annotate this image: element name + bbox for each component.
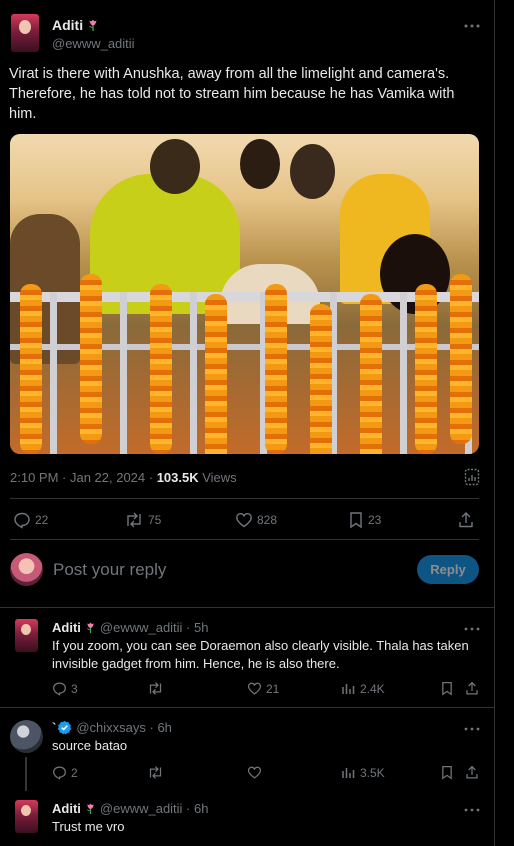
more-icon[interactable] (462, 19, 482, 33)
like-icon (247, 765, 262, 780)
reply-handle[interactable]: @ewww_aditii · 5h (100, 620, 209, 635)
bookmark-icon (440, 765, 454, 780)
reply-avatar[interactable] (10, 720, 43, 753)
thread-line (25, 757, 27, 791)
bookmark-action[interactable] (440, 765, 454, 780)
reply-icon (52, 765, 67, 780)
share-action[interactable] (458, 511, 474, 529)
reply-text: Trust me vro (52, 819, 125, 834)
reply-action[interactable]: 2 (52, 765, 78, 780)
share-icon (465, 765, 479, 780)
share-icon (465, 681, 479, 696)
repost-icon (147, 765, 164, 780)
flower-emoji-icon (84, 621, 97, 634)
bookmark-action[interactable]: 23 (348, 511, 381, 529)
user-avatar[interactable] (10, 553, 43, 586)
views-label: Views (198, 470, 237, 485)
views-action[interactable]: 3.5K (341, 765, 385, 780)
bookmark-icon (440, 681, 454, 696)
reply-action[interactable]: 22 (13, 511, 48, 529)
views-icon (341, 681, 356, 696)
repost-action[interactable] (147, 681, 168, 696)
bookmark-action[interactable] (440, 681, 454, 696)
tweet-meta: 2:10 PM · Jan 22, 2024 · 103.5K Views (10, 470, 237, 485)
repost-action[interactable]: 75 (124, 511, 161, 529)
repost-icon (147, 681, 164, 696)
divider (10, 498, 479, 499)
divider (0, 707, 494, 708)
divider (10, 539, 479, 540)
reply-button[interactable]: Reply (417, 555, 479, 584)
analytics-icon[interactable] (464, 468, 480, 486)
reply-avatar[interactable] (15, 619, 38, 652)
reply-input[interactable]: Post your reply (53, 560, 166, 580)
more-icon[interactable] (462, 622, 482, 636)
like-icon (247, 681, 262, 696)
reply-handle[interactable]: @ewww_aditii · 6h (100, 801, 209, 816)
views-action[interactable]: 2.4K (341, 681, 385, 696)
tweet-media-image[interactable] (10, 134, 479, 454)
reply-handle[interactable]: @chixxsays · 6h (76, 720, 172, 735)
more-icon[interactable] (462, 722, 482, 736)
reply-text: If you zoom, you can see Doraemon also c… (52, 638, 469, 671)
divider (0, 607, 494, 608)
repost-icon (124, 511, 144, 529)
share-action[interactable] (465, 681, 479, 696)
bookmark-icon (348, 511, 364, 529)
reply-avatar[interactable] (15, 800, 38, 833)
reply-author[interactable]: ` @chixxsays · 6h (52, 720, 172, 735)
flower-emoji-icon (84, 802, 97, 815)
timeline-column: Aditi @ewww_aditii Virat is there with A… (0, 0, 494, 846)
reply-text: source batao (52, 738, 128, 753)
views-icon (341, 765, 356, 780)
share-action[interactable] (465, 765, 479, 780)
verified-icon (57, 720, 72, 735)
like-action[interactable]: 828 (235, 511, 277, 529)
author-handle[interactable]: @ewww_aditii (52, 36, 135, 51)
author-name[interactable]: Aditi (52, 17, 100, 33)
like-action[interactable]: 21 (247, 681, 279, 696)
more-icon[interactable] (462, 803, 482, 817)
like-icon (235, 511, 253, 529)
column-border (494, 0, 495, 846)
reply-action[interactable]: 3 (52, 681, 78, 696)
share-icon (458, 511, 474, 529)
timestamp[interactable]: 2:10 PM · Jan 22, 2024 · (10, 470, 157, 485)
flower-emoji-icon (86, 18, 100, 32)
repost-action[interactable] (147, 765, 168, 780)
reply-author[interactable]: Aditi @ewww_aditii · 5h (52, 620, 208, 635)
author-avatar[interactable] (11, 14, 39, 52)
tweet-text: Virat is there with Anushka, away from a… (9, 66, 455, 122)
reply-author[interactable]: Aditi @ewww_aditii · 6h (52, 801, 208, 816)
reply-icon (52, 681, 67, 696)
reply-icon (13, 511, 31, 529)
like-action[interactable] (247, 765, 266, 780)
views-count: 103.5K (156, 470, 199, 485)
